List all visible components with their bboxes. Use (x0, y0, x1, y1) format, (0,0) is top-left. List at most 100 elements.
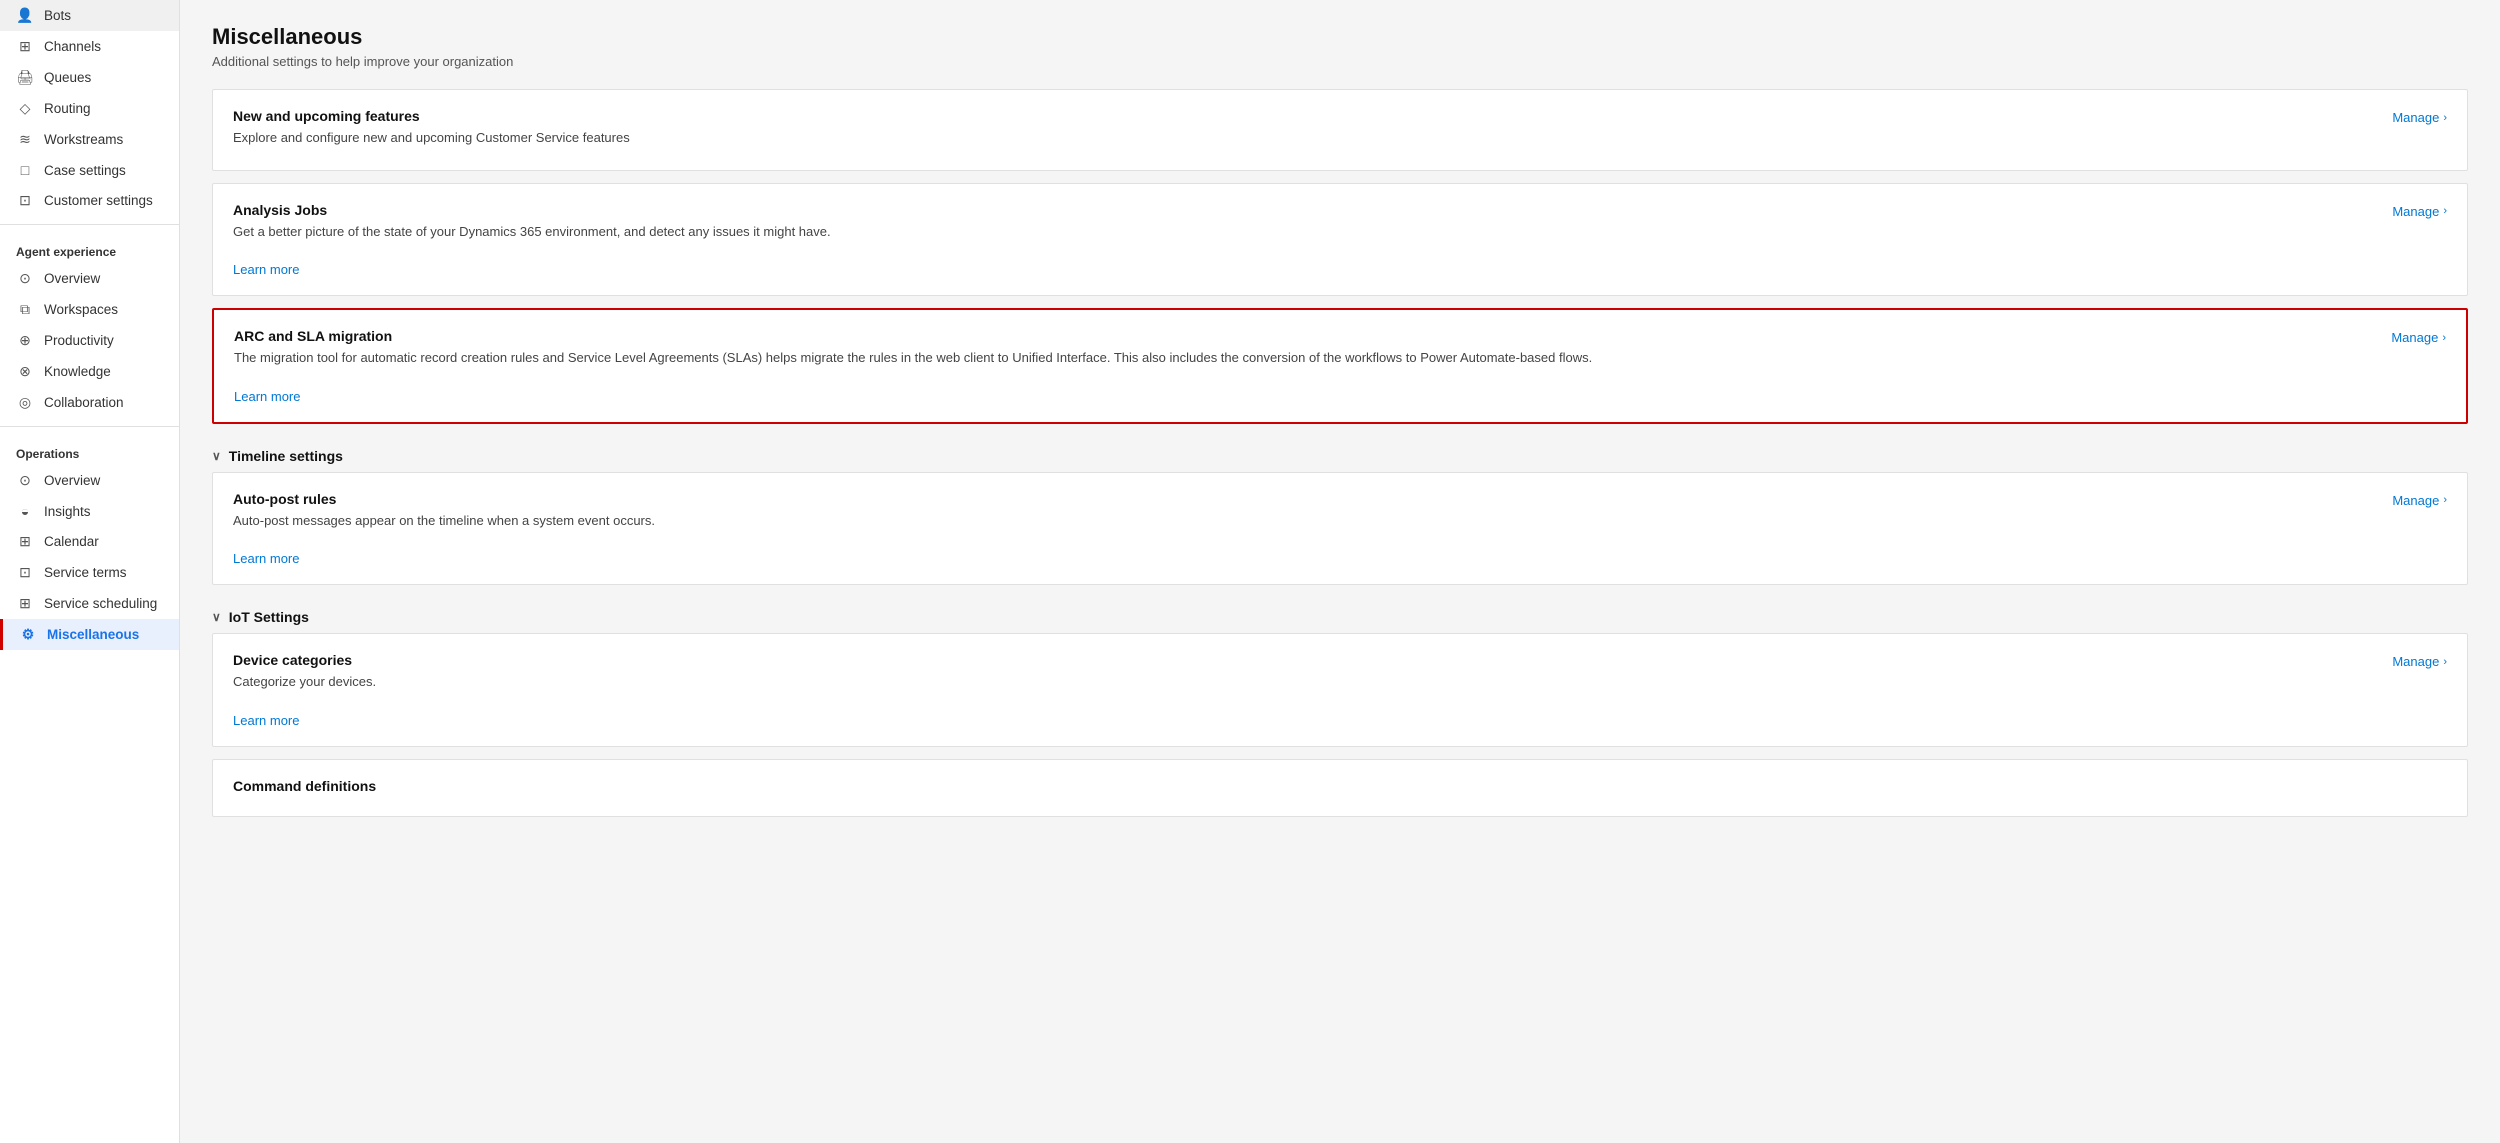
section-iot-settings: ∨ IoT Settings Device categories Categori… (212, 597, 2468, 817)
routing-icon: ◇ (16, 100, 34, 117)
sidebar-item-insights[interactable]: ◒ Insights (0, 496, 179, 526)
card-title-analysis-jobs: Analysis Jobs (233, 202, 2368, 218)
sidebar-label-case-settings: Case settings (44, 163, 126, 178)
insights-icon: ◒ (16, 503, 34, 519)
channels-icon: ⊞ (16, 38, 34, 55)
card-content-arc-sla: ARC and SLA migration The migration tool… (234, 328, 2367, 404)
manage-btn-new-features[interactable]: Manage › (2392, 110, 2447, 125)
manage-btn-arc-sla[interactable]: Manage › (2391, 330, 2446, 345)
sidebar-item-routing[interactable]: ◇ Routing (0, 93, 179, 124)
service-scheduling-icon: ⊞ (16, 595, 34, 612)
sidebar-item-case-settings[interactable]: □ Case settings (0, 155, 179, 185)
sidebar-item-productivity[interactable]: ⊕ Productivity (0, 325, 179, 356)
calendar-icon: ⊞ (16, 533, 34, 550)
card-analysis-jobs: Analysis Jobs Get a better picture of th… (212, 183, 2468, 297)
manage-chevron-arc-sla: › (2442, 332, 2446, 344)
sidebar-item-miscellaneous[interactable]: ⚙ Miscellaneous (0, 619, 179, 650)
sidebar-item-queues[interactable]: 🖨 Queues (0, 62, 179, 93)
sidebar-label-miscellaneous: Miscellaneous (47, 627, 139, 642)
sidebar-divider-2 (0, 426, 179, 427)
card-device-categories: Device categories Categorize your device… (212, 633, 2468, 747)
main-content: Miscellaneous Additional settings to hel… (180, 0, 2500, 1143)
sidebar-item-customer-settings[interactable]: ⊡Customer settings (0, 185, 179, 216)
manage-chevron-analysis-jobs: › (2443, 205, 2447, 217)
sidebar-label-collaboration: Collaboration (44, 395, 124, 410)
sidebar-item-workstreams[interactable]: ≋Workstreams (0, 124, 179, 155)
bots-icon: 👤 (16, 7, 34, 24)
service-terms-icon: ⊡ (16, 564, 34, 581)
card-content-new-features: New and upcoming features Explore and co… (233, 108, 2368, 152)
card-new-features: New and upcoming features Explore and co… (212, 89, 2468, 171)
card-command-definitions: Command definitions (212, 759, 2468, 817)
sidebar-item-service-terms[interactable]: ⊡ Service terms (0, 557, 179, 588)
page-subtitle: Additional settings to help improve your… (212, 54, 2468, 69)
sidebar-item-overview-ops[interactable]: ⊙ Overview (0, 465, 179, 496)
card-title-arc-sla: ARC and SLA migration (234, 328, 2367, 344)
section-timeline-settings: ∨ Timeline settings Auto-post rules Auto-… (212, 436, 2468, 586)
sidebar-label-knowledge: Knowledge (44, 364, 111, 379)
card-content-device-categories: Device categories Categorize your device… (233, 652, 2368, 728)
case-settings-icon: □ (16, 162, 34, 178)
sidebar-item-workspaces[interactable]: ⧉Workspaces (0, 294, 179, 325)
card-desc-analysis-jobs: Get a better picture of the state of you… (233, 222, 2368, 242)
operations-header: Operations (0, 435, 179, 465)
sidebar-item-bots[interactable]: 👤 Bots (0, 0, 179, 31)
sidebar-label-bots: Bots (44, 8, 71, 23)
manage-chevron-auto-post-rules: › (2443, 494, 2447, 506)
card-link-arc-sla[interactable]: Learn more (234, 389, 300, 404)
card-title-new-features: New and upcoming features (233, 108, 2368, 124)
manage-btn-analysis-jobs[interactable]: Manage › (2392, 204, 2447, 219)
section-header-timeline-settings[interactable]: ∨ Timeline settings (212, 436, 2468, 472)
sidebar-item-knowledge[interactable]: ⊗ Knowledge (0, 356, 179, 387)
section-chevron-iot-settings: ∨ (212, 610, 221, 624)
sidebar-label-service-scheduling: Service scheduling (44, 596, 157, 611)
sidebar-item-calendar[interactable]: ⊞ Calendar (0, 526, 179, 557)
sidebar-label-overview-ops: Overview (44, 473, 100, 488)
card-link-analysis-jobs[interactable]: Learn more (233, 262, 299, 277)
section-label-timeline-settings: Timeline settings (229, 448, 343, 464)
section-label-iot-settings: IoT Settings (229, 609, 309, 625)
card-auto-post-rules: Auto-post rules Auto-post messages appea… (212, 472, 2468, 586)
manage-chevron-device-categories: › (2443, 656, 2447, 668)
sidebar-label-queues: Queues (44, 70, 91, 85)
section-header-iot-settings[interactable]: ∨ IoT Settings (212, 597, 2468, 633)
sidebar-label-routing: Routing (44, 101, 91, 116)
card-link-auto-post-rules[interactable]: Learn more (233, 551, 299, 566)
manage-btn-auto-post-rules[interactable]: Manage › (2392, 493, 2447, 508)
sidebar: 👤 Bots ⊞ Channels 🖨 Queues ◇ Routing ≋Workstream… (0, 0, 180, 1143)
section-chevron-timeline-settings: ∨ (212, 449, 221, 463)
productivity-icon: ⊕ (16, 332, 34, 349)
sidebar-item-service-scheduling[interactable]: ⊞ Service scheduling (0, 588, 179, 619)
card-content-analysis-jobs: Analysis Jobs Get a better picture of th… (233, 202, 2368, 278)
sidebar-label-channels: Channels (44, 39, 101, 54)
sidebar-label-workspaces: Workspaces (44, 302, 118, 317)
card-content-command-definitions: Command definitions (233, 778, 2447, 798)
card-arc-sla: ARC and SLA migration The migration tool… (212, 308, 2468, 424)
card-link-device-categories[interactable]: Learn more (233, 713, 299, 728)
page-title: Miscellaneous (212, 24, 2468, 50)
card-title-auto-post-rules: Auto-post rules (233, 491, 2368, 507)
card-desc-auto-post-rules: Auto-post messages appear on the timelin… (233, 511, 2368, 531)
sidebar-label-overview-agent: Overview (44, 271, 100, 286)
workstreams-icon: ≋ (16, 131, 34, 148)
sidebar-item-overview-agent[interactable]: ⊙Overview (0, 263, 179, 294)
sidebar-item-channels[interactable]: ⊞ Channels (0, 31, 179, 62)
card-desc-arc-sla: The migration tool for automatic record … (234, 348, 2367, 368)
card-desc-new-features: Explore and configure new and upcoming C… (233, 128, 2368, 148)
card-title-device-categories: Device categories (233, 652, 2368, 668)
sidebar-item-collaboration[interactable]: ◎ Collaboration (0, 387, 179, 418)
manage-chevron-new-features: › (2443, 112, 2447, 124)
miscellaneous-icon: ⚙ (19, 626, 37, 643)
agent-experience-header: Agent experience (0, 233, 179, 263)
sidebar-label-service-terms: Service terms (44, 565, 127, 580)
queues-icon: 🖨 (16, 69, 34, 86)
sidebar-label-customer-settings: Customer settings (44, 193, 153, 208)
sidebar-label-productivity: Productivity (44, 333, 114, 348)
collaboration-icon: ◎ (16, 394, 34, 411)
sidebar-label-insights: Insights (44, 504, 91, 519)
overview-ops-icon: ⊙ (16, 472, 34, 489)
sidebar-label-calendar: Calendar (44, 534, 99, 549)
card-title-command-definitions: Command definitions (233, 778, 2447, 794)
manage-btn-device-categories[interactable]: Manage › (2392, 654, 2447, 669)
knowledge-icon: ⊗ (16, 363, 34, 380)
